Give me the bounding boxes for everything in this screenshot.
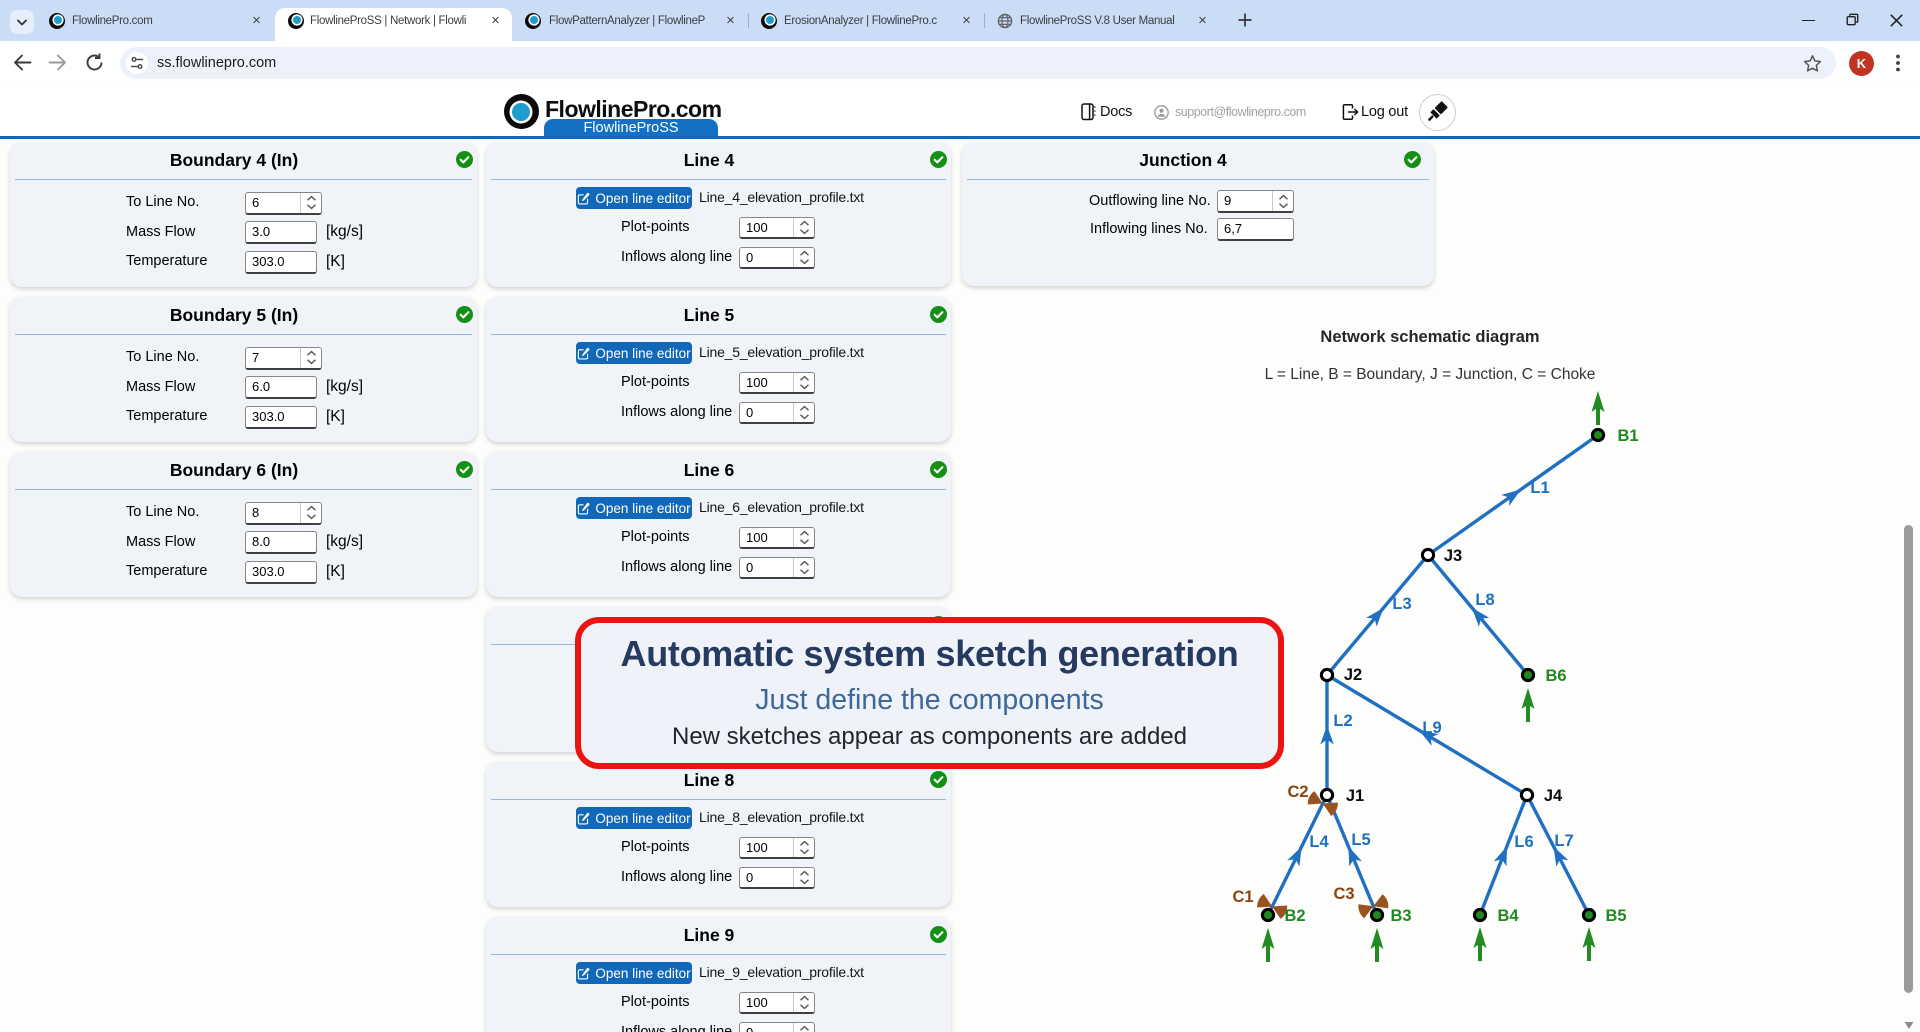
svg-text:L9: L9 xyxy=(1422,719,1441,737)
svg-text:L5: L5 xyxy=(1351,831,1370,849)
svg-text:C3: C3 xyxy=(1333,885,1354,903)
svg-text:C2: C2 xyxy=(1287,783,1308,801)
svg-text:J1: J1 xyxy=(1346,787,1364,805)
svg-text:B3: B3 xyxy=(1390,907,1411,925)
svg-text:C1: C1 xyxy=(1232,888,1253,906)
svg-text:J3: J3 xyxy=(1444,547,1462,565)
svg-text:J2: J2 xyxy=(1344,666,1362,684)
svg-text:B2: B2 xyxy=(1284,907,1305,925)
svg-text:L7: L7 xyxy=(1554,832,1573,850)
svg-text:B1: B1 xyxy=(1617,427,1638,445)
svg-text:B4: B4 xyxy=(1497,907,1519,925)
svg-text:L3: L3 xyxy=(1392,595,1411,613)
svg-text:L1: L1 xyxy=(1530,479,1549,497)
svg-text:L6: L6 xyxy=(1514,833,1533,851)
svg-text:B6: B6 xyxy=(1545,667,1566,685)
svg-text:L4: L4 xyxy=(1309,833,1329,851)
svg-text:B5: B5 xyxy=(1605,907,1626,925)
svg-text:L8: L8 xyxy=(1475,591,1494,609)
svg-text:L2: L2 xyxy=(1333,712,1352,730)
svg-text:J4: J4 xyxy=(1544,787,1563,805)
